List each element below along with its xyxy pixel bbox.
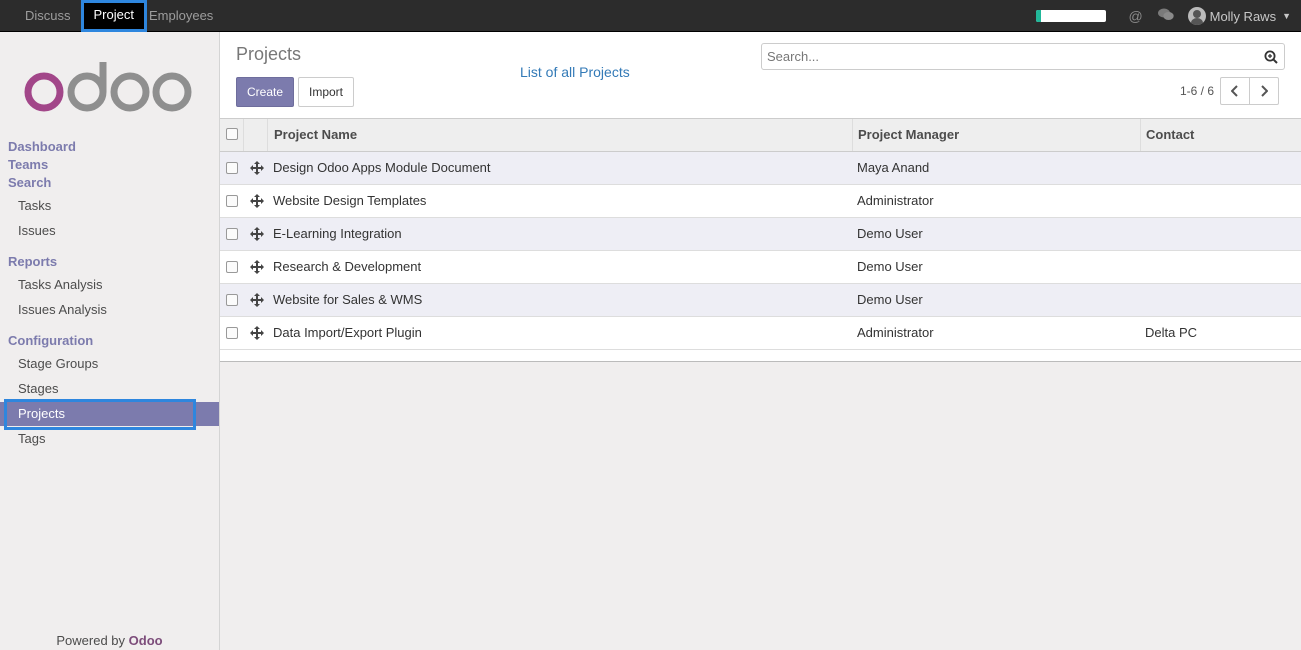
- table-footer-separator: [220, 352, 1301, 362]
- sidebar-item-projects[interactable]: Projects: [0, 399, 219, 430]
- row-checkbox[interactable]: [226, 294, 238, 306]
- drag-handle-icon[interactable]: [250, 260, 264, 274]
- powered-by-link[interactable]: Odoo: [129, 633, 163, 648]
- drag-handle-icon[interactable]: [250, 161, 264, 175]
- sidebar-section-teams[interactable]: Teams: [8, 157, 48, 172]
- cell-contact: Delta PC: [1145, 325, 1198, 340]
- cell-project-name: Design Odoo Apps Module Document: [273, 160, 491, 175]
- all-projects-link[interactable]: List of all Projects: [520, 64, 630, 80]
- chevron-right-icon: [1261, 85, 1268, 97]
- powered-by: Powered by Odoo: [0, 633, 219, 648]
- table-row[interactable]: Website for Sales & WMS Demo User: [220, 284, 1301, 317]
- progress-bar: [1035, 10, 1106, 22]
- cell-project-name: Website Design Templates: [273, 193, 427, 208]
- sidebar-item-stage-groups[interactable]: Stage Groups: [0, 352, 219, 376]
- caret-down-icon: ▼: [1282, 11, 1291, 21]
- sidebar-item-stages[interactable]: Stages: [0, 377, 219, 401]
- avatar: [1187, 7, 1206, 25]
- odoo-logo[interactable]: [24, 62, 194, 114]
- menu-discuss[interactable]: Discuss: [17, 0, 79, 32]
- pager-previous-button[interactable]: [1220, 77, 1250, 105]
- table-row[interactable]: Design Odoo Apps Module Document Maya An…: [220, 152, 1301, 185]
- sidebar-item-issues-analysis[interactable]: Issues Analysis: [0, 298, 219, 322]
- search-input[interactable]: [761, 43, 1285, 70]
- top-menu: Discuss Project Employees: [0, 0, 221, 32]
- sidebar: Dashboard Teams Search Tasks Issues Repo…: [0, 32, 220, 650]
- sidebar-item-tasks-analysis[interactable]: Tasks Analysis: [0, 273, 219, 297]
- menu-project[interactable]: Project: [80, 0, 147, 32]
- cell-project-manager: Administrator: [857, 325, 934, 340]
- row-checkbox[interactable]: [226, 261, 238, 273]
- highlight-box: [4, 399, 196, 430]
- top-right-area: @ Molly Raws ▼: [1035, 0, 1301, 32]
- import-button[interactable]: Import: [298, 77, 355, 107]
- powered-by-label: Powered by: [56, 633, 126, 648]
- drag-handle-icon[interactable]: [250, 227, 264, 241]
- row-checkbox[interactable]: [226, 195, 238, 207]
- pager-next-button[interactable]: [1249, 77, 1279, 105]
- table-header: Project Name Project Manager Contact: [220, 118, 1301, 152]
- search-icon[interactable]: [1264, 50, 1278, 64]
- sidebar-section-search: Search: [8, 175, 52, 190]
- table-row[interactable]: Data Import/Export Plugin Administrator …: [220, 317, 1301, 350]
- drag-handle-icon[interactable]: [250, 326, 264, 340]
- sidebar-section-reports: Reports: [8, 254, 58, 269]
- sidebar-section-configuration: Configuration: [8, 333, 94, 348]
- user-name: Molly Raws: [1209, 8, 1277, 24]
- drag-handle-icon[interactable]: [250, 194, 264, 208]
- chevron-left-icon: [1231, 85, 1238, 97]
- pager-value[interactable]: 1-6 / 6: [1180, 84, 1214, 98]
- menu-employees[interactable]: Employees: [147, 0, 221, 32]
- user-menu[interactable]: Molly Raws ▼: [1187, 7, 1291, 25]
- control-panel: Projects Create Import List of all Proje…: [220, 32, 1301, 118]
- table-row[interactable]: E-Learning Integration Demo User: [220, 218, 1301, 251]
- chat-icon[interactable]: [1157, 8, 1174, 24]
- cell-project-manager: Administrator: [857, 193, 934, 208]
- row-checkbox[interactable]: [226, 162, 238, 174]
- header-handle-cell: [244, 119, 268, 151]
- progress-fill: [1035, 10, 1041, 22]
- cell-project-manager: Maya Anand: [857, 160, 930, 175]
- header-checkbox-cell: [220, 119, 244, 151]
- header-project-manager[interactable]: Project Manager: [853, 119, 1141, 151]
- cell-project-name: E-Learning Integration: [273, 226, 402, 241]
- cell-project-name: Data Import/Export Plugin: [273, 325, 422, 340]
- create-button[interactable]: Create: [236, 77, 295, 107]
- row-checkbox[interactable]: [226, 327, 238, 339]
- list-view: Project Name Project Manager Contact Des…: [220, 118, 1301, 650]
- drag-handle-icon[interactable]: [250, 293, 264, 307]
- cell-project-manager: Demo User: [857, 292, 923, 307]
- top-navbar: Discuss Project Employees @ Molly Raws ▼: [0, 0, 1301, 32]
- header-contact[interactable]: Contact: [1141, 119, 1301, 151]
- row-checkbox[interactable]: [226, 228, 238, 240]
- sidebar-item-issues[interactable]: Issues: [0, 219, 219, 243]
- table-row[interactable]: Website Design Templates Administrator: [220, 185, 1301, 218]
- page-title: Projects: [236, 44, 302, 64]
- sidebar-section-dashboard[interactable]: Dashboard: [8, 139, 76, 154]
- cell-project-name: Website for Sales & WMS: [273, 292, 423, 307]
- header-project-name[interactable]: Project Name: [268, 119, 853, 151]
- cell-project-manager: Demo User: [857, 259, 923, 274]
- sidebar-item-tags[interactable]: Tags: [0, 427, 219, 451]
- table-row[interactable]: Research & Development Demo User: [220, 251, 1301, 284]
- sidebar-item-tasks[interactable]: Tasks: [0, 194, 219, 218]
- cell-project-name: Research & Development: [273, 259, 422, 274]
- at-icon[interactable]: @: [1128, 8, 1144, 24]
- cell-project-manager: Demo User: [857, 226, 923, 241]
